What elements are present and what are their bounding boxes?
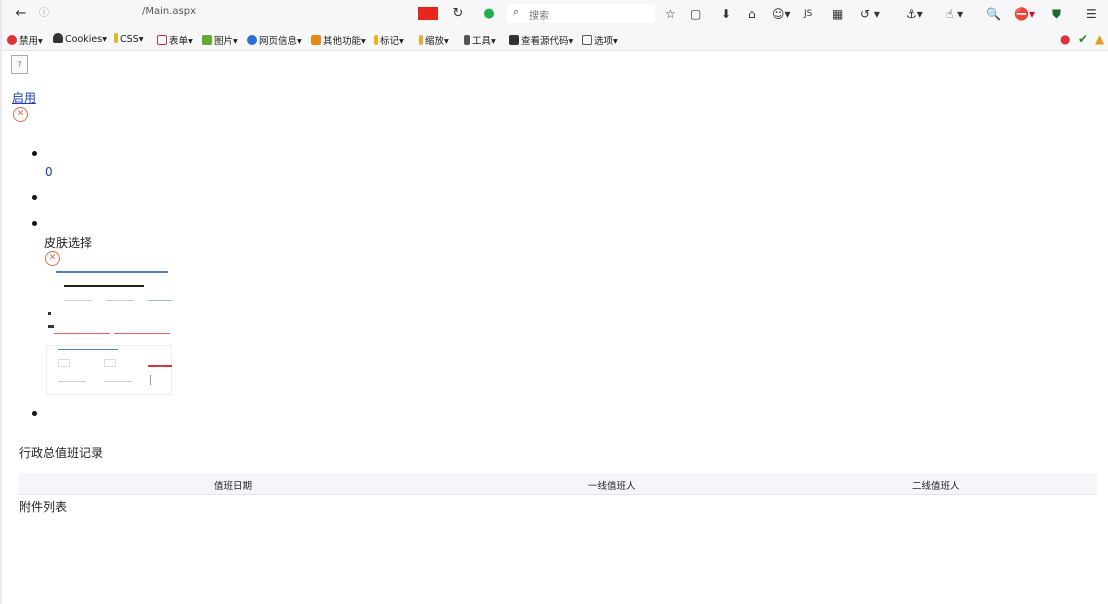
enable-link[interactable]: 启用 bbox=[12, 89, 36, 106]
extension-hand-icon[interactable]: ☝ ▾ bbox=[946, 6, 963, 22]
flag-indicator[interactable] bbox=[418, 7, 438, 20]
skin-selection-label: 皮肤选择 bbox=[44, 236, 93, 250]
search-input[interactable]: ⌕ 搜索 bbox=[507, 4, 655, 23]
column-header-duty-date: 值班日期 bbox=[214, 481, 253, 492]
toolbar-resize[interactable]: 缩放▾ bbox=[419, 33, 449, 47]
misc-icon bbox=[311, 35, 321, 45]
url-bar[interactable]: /Main.aspx bbox=[142, 6, 196, 17]
error-status-icon[interactable]: ● bbox=[1060, 32, 1070, 46]
skin-preview-thumbnail[interactable] bbox=[44, 267, 174, 397]
adblock-shield-icon[interactable]: ⛊ bbox=[1052, 6, 1061, 22]
extension-face-icon[interactable]: ☺▾ bbox=[772, 6, 791, 22]
image-icon bbox=[202, 35, 212, 45]
form-icon bbox=[157, 35, 167, 45]
extension-anchor-icon[interactable]: ⚓▾ bbox=[906, 6, 923, 22]
column-header-first-line: 一线值班人 bbox=[588, 481, 636, 492]
back-arrow-icon[interactable]: ← bbox=[13, 6, 29, 22]
list-bullet bbox=[32, 151, 37, 156]
list-bullet bbox=[32, 411, 37, 416]
close-circle-icon[interactable]: ✕ bbox=[13, 107, 28, 122]
toolbar-misc[interactable]: 其他功能▾ bbox=[311, 33, 366, 47]
count-value[interactable]: 0 bbox=[45, 165, 53, 179]
shield-icon[interactable]: ● bbox=[481, 6, 497, 22]
info-circle-icon bbox=[247, 35, 257, 45]
marker-icon bbox=[374, 35, 378, 45]
hamburger-menu-icon[interactable]: ☰ bbox=[1086, 6, 1097, 22]
cookie-user-icon bbox=[53, 33, 63, 43]
duty-record-table-header: 值班日期 一线值班人 二线值班人 bbox=[19, 473, 1097, 495]
info-icon[interactable]: ⓘ bbox=[36, 6, 52, 22]
list-bullet bbox=[32, 221, 37, 226]
toolbar-forms[interactable]: 表单▾ bbox=[157, 33, 193, 47]
pencil-icon bbox=[114, 33, 118, 43]
toolbar-info[interactable]: 网页信息▾ bbox=[247, 33, 302, 47]
toolbar-options[interactable]: 选项▾ bbox=[582, 33, 618, 47]
warning-icon[interactable]: ▲ bbox=[1095, 32, 1104, 46]
extension-js-icon[interactable]: JS bbox=[804, 6, 812, 22]
search-placeholder: 搜索 bbox=[529, 11, 549, 22]
toolbar-tools[interactable]: 工具▾ bbox=[464, 33, 496, 47]
source-icon bbox=[509, 35, 519, 45]
broken-image-icon: ? bbox=[11, 55, 28, 74]
resize-icon bbox=[419, 35, 423, 45]
section-title: 行政总值班记录 bbox=[19, 446, 104, 460]
toolbar-disable[interactable]: 禁用▾ bbox=[7, 33, 43, 47]
toolbar-cookies[interactable]: Cookies▾ bbox=[53, 33, 107, 45]
extension-calendar-icon[interactable]: ▦ bbox=[832, 6, 843, 22]
column-header-second-line: 二线值班人 bbox=[912, 481, 960, 492]
stop-icon[interactable]: ⛔▾ bbox=[1014, 6, 1035, 22]
toolbar-outline[interactable]: 标记▾ bbox=[374, 33, 404, 47]
attachments-label: 附件列表 bbox=[19, 500, 68, 514]
library-icon[interactable]: ▢ bbox=[690, 6, 701, 22]
extension-magnifier-icon[interactable]: 🔍 bbox=[986, 6, 1001, 22]
reload-icon[interactable]: ↻ bbox=[450, 6, 466, 22]
options-icon bbox=[582, 35, 592, 45]
developer-toolbar: 禁用▾ Cookies▾ CSS▾ 表单▾ 图片▾ 网页信息▾ 其他功能▾ 标记… bbox=[2, 28, 1108, 51]
list-bullet bbox=[32, 195, 37, 200]
tools-icon bbox=[464, 35, 470, 45]
disable-icon bbox=[7, 35, 17, 45]
home-icon[interactable]: ⌂ bbox=[748, 6, 756, 22]
extension-refresh-icon[interactable]: ↺ ▾ bbox=[860, 6, 880, 22]
download-icon[interactable]: ⬇ bbox=[721, 6, 731, 22]
toolbar-view-source[interactable]: 查看源代码▾ bbox=[509, 33, 573, 47]
search-icon: ⌕ bbox=[513, 5, 520, 18]
close-circle-icon[interactable]: ✕ bbox=[45, 251, 60, 266]
valid-check-icon[interactable]: ✔ bbox=[1078, 32, 1088, 46]
toolbar-css[interactable]: CSS▾ bbox=[114, 33, 143, 45]
toolbar-images[interactable]: 图片▾ bbox=[202, 33, 238, 47]
browser-toolbar: ← ⓘ /Main.aspx ↻ ● ⌕ 搜索 ☆ ▢ ⬇ ⌂ ☺▾ JS ▦ … bbox=[2, 0, 1108, 28]
bookmark-star-icon[interactable]: ☆ bbox=[665, 6, 676, 22]
